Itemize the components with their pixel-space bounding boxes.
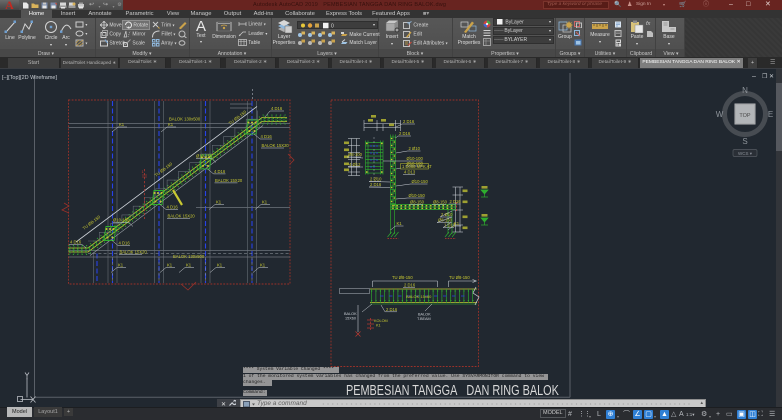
svg-text:Ø10-150: Ø10-150 — [412, 179, 429, 184]
svg-text:BALOK 15x60: BALOK 15x60 — [406, 294, 432, 299]
svg-text:1: 1 — [142, 169, 145, 174]
svg-text:4 D16: 4 D16 — [167, 205, 179, 210]
svg-text:BALOK 15X20: BALOK 15X20 — [215, 178, 243, 183]
svg-text:BALOK 15X20: BALOK 15X20 — [262, 143, 290, 148]
svg-text:WCS ▾: WCS ▾ — [738, 151, 753, 156]
svg-text:K1: K1 — [376, 324, 381, 328]
svg-text:4 D16: 4 D16 — [70, 240, 82, 245]
svg-text:1 D088 MPK AT: 1 D088 MPK AT — [402, 164, 432, 169]
svg-text:4 D16: 4 D16 — [271, 106, 283, 111]
svg-text:BALOK 15X20: BALOK 15X20 — [168, 214, 196, 219]
svg-text:K1: K1 — [167, 263, 173, 268]
svg-text:K1: K1 — [118, 263, 124, 268]
svg-text:Ø10-150: Ø10-150 — [196, 154, 213, 159]
svg-text:N: N — [742, 86, 748, 95]
svg-text:K1: K1 — [119, 122, 125, 127]
svg-text:Ø8-150: Ø8-150 — [433, 200, 448, 205]
svg-text:2 D16: 2 D16 — [450, 199, 462, 204]
svg-text:4 D13: 4 D13 — [404, 170, 416, 175]
svg-text:2 Ø10: 2 Ø10 — [409, 146, 421, 151]
svg-text:Ø10-150: Ø10-150 — [409, 193, 426, 198]
svg-text:K1: K1 — [216, 200, 222, 205]
svg-text:BALOK 130x500: BALOK 130x500 — [169, 117, 201, 122]
svg-text:T.BEAM: T.BEAM — [417, 317, 431, 321]
svg-text:K1: K1 — [186, 263, 192, 268]
svg-text:TU Ø8-150: TU Ø8-150 — [392, 275, 413, 280]
svg-text:4 D16: 4 D16 — [214, 169, 226, 174]
svg-text:Ø8-100: Ø8-100 — [348, 152, 363, 157]
svg-text:E: E — [768, 110, 773, 119]
svg-text:4 D16: 4 D16 — [119, 241, 131, 246]
svg-text:K1: K1 — [168, 122, 174, 127]
svg-text:2 D16: 2 D16 — [403, 119, 415, 124]
svg-text:2 D16: 2 D16 — [404, 283, 416, 288]
svg-text:2 D16: 2 D16 — [386, 307, 398, 312]
svg-text:2 Ø10: 2 Ø10 — [441, 212, 453, 217]
svg-text:K1: K1 — [260, 263, 266, 268]
svg-text:TU Ø8-150: TU Ø8-150 — [82, 214, 102, 231]
svg-text:TU Ø8-150: TU Ø8-150 — [449, 275, 470, 280]
svg-text:KOLOM: KOLOM — [374, 319, 388, 323]
svg-text:Ø10-150: Ø10-150 — [113, 218, 130, 223]
svg-text:BALOK 15X20: BALOK 15X20 — [120, 250, 148, 255]
svg-text:BALOK 130x500: BALOK 130x500 — [173, 254, 205, 259]
svg-text:TOP: TOP — [739, 113, 751, 119]
svg-text:Ø8-150: Ø8-150 — [410, 200, 425, 205]
svg-text:W: W — [716, 110, 724, 119]
svg-text:4 Ø12: 4 Ø12 — [349, 162, 361, 167]
svg-text:2 Ø10: 2 Ø10 — [370, 177, 382, 182]
svg-text:4 D16: 4 D16 — [261, 134, 273, 139]
svg-text:15X60: 15X60 — [345, 317, 356, 321]
svg-text:K1: K1 — [397, 221, 403, 226]
svg-text:K1: K1 — [262, 200, 268, 205]
svg-text:S: S — [742, 137, 747, 146]
svg-text:0: 0 — [331, 23, 334, 29]
svg-text:K1: K1 — [217, 263, 223, 268]
svg-text:BALOK: BALOK — [418, 313, 431, 317]
svg-text:BALOK: BALOK — [344, 312, 357, 316]
svg-text:2 D16: 2 D16 — [370, 182, 382, 187]
svg-text:2 D16: 2 D16 — [399, 131, 411, 136]
